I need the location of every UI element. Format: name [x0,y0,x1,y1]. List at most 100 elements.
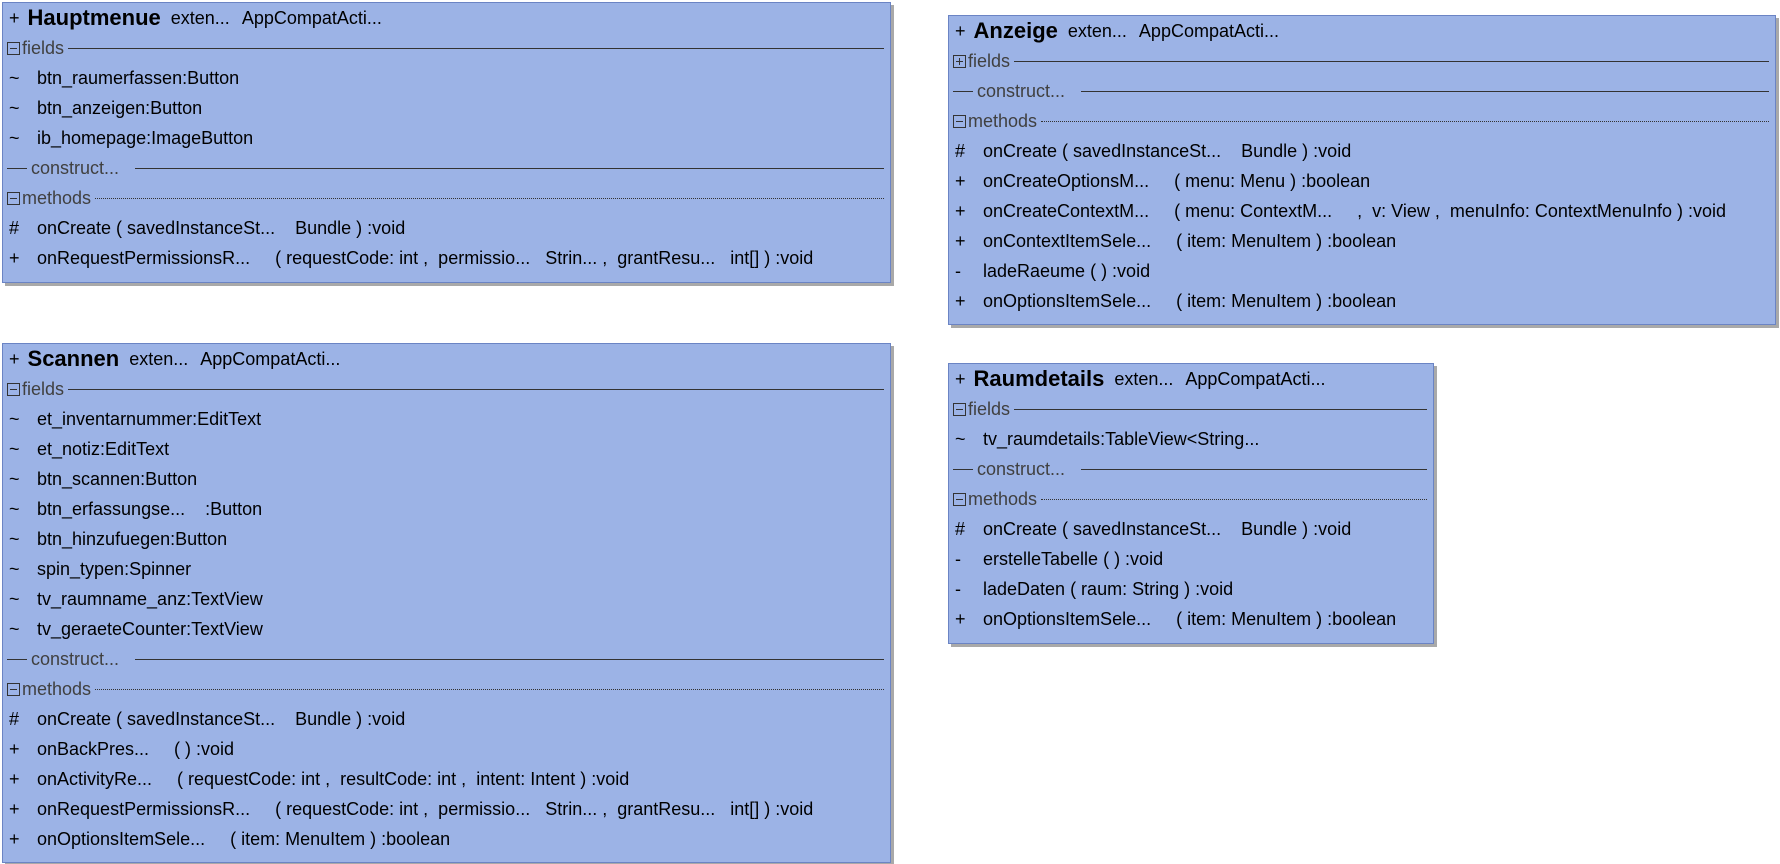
class-name: Scannen [27,346,120,371]
field-row[interactable]: ~ et_inventarnummer :EditText [3,404,890,434]
member-visibility: + [9,798,20,819]
field-row[interactable]: ~ ib_homepage :ImageButton [3,123,890,153]
class-visibility: + [9,7,20,28]
field-row[interactable]: ~ tv_raumname_anz :TextView [3,584,890,614]
method-row[interactable]: # onCreate ( savedInstanceSt... Bundle )… [949,514,1433,544]
method-row[interactable]: # onCreate ( savedInstanceSt... Bundle )… [3,704,890,734]
methods-section-header[interactable]: methods [3,183,890,213]
class-header[interactable]: + Scannen exten... AppCompatActi... [3,344,890,374]
class-header[interactable]: + Raumdetails exten... AppCompatActi... [949,364,1433,394]
methods-section-header[interactable]: methods [949,484,1433,514]
method-signature: ladeDaten ( raum: String ) :void [983,578,1234,599]
section-label: construct... [977,458,1066,479]
fields-section-header[interactable]: fields [3,33,890,63]
section-divider [68,47,884,49]
method-row[interactable]: + onContextItemSele... ( item: MenuItem … [949,226,1775,256]
field-row[interactable]: ~ btn_anzeigen :Button [3,93,890,123]
collapse-icon[interactable] [7,191,20,205]
member-visibility: # [9,708,20,729]
method-row[interactable]: + onOptionsItemSele... ( item: MenuItem … [949,604,1433,634]
collapse-icon[interactable] [7,682,20,696]
class-name: Raumdetails [973,366,1105,391]
field-row[interactable]: ~ btn_erfassungse... :Button [3,494,890,524]
class-header[interactable]: + Anzeige exten... AppCompatActi... [949,16,1775,46]
field-type: :Button [140,468,198,489]
methods-section-header[interactable]: methods [3,674,890,704]
method-row[interactable]: + onRequestPermissionsR... ( requestCode… [3,243,890,273]
collapse-icon[interactable] [953,402,966,416]
field-row[interactable]: ~ tv_raumdetails :TableView<String... [949,424,1433,454]
method-row[interactable]: # onCreate ( savedInstanceSt... Bundle )… [949,136,1775,166]
field-type: :Button [145,97,203,118]
constructors-section-header[interactable]: construct... [949,76,1775,106]
class-name: Anzeige [973,18,1058,43]
method-signature: onRequestPermissionsR... ( requestCode: … [37,247,814,268]
method-signature: erstelleTabelle ( ) :void [983,548,1164,569]
fields-section-header[interactable]: fields [949,46,1775,76]
field-type: :ImageButton [146,127,254,148]
method-row[interactable]: + onOptionsItemSele... ( item: MenuItem … [949,286,1775,316]
method-row[interactable]: - ladeRaeume ( ) :void [949,256,1775,286]
method-signature: onCreate ( savedInstanceSt... Bundle ) :… [983,518,1352,539]
member-visibility: - [955,260,961,281]
field-row[interactable]: ~ et_notiz :EditText [3,434,890,464]
method-row[interactable]: + onCreateOptionsM... ( menu: Menu ) :bo… [949,166,1775,196]
parent-class: AppCompatActi... [200,348,341,369]
method-row[interactable]: - ladeDaten ( raum: String ) :void [949,574,1433,604]
fields-section-header[interactable]: fields [3,374,890,404]
method-row[interactable]: + onRequestPermissionsR... ( requestCode… [3,794,890,824]
field-type: :EditText [100,438,170,459]
methods-section-header[interactable]: methods [949,106,1775,136]
field-row[interactable]: ~ tv_geraeteCounter :TextView [3,614,890,644]
fields-section-header[interactable]: fields [949,394,1433,424]
method-row[interactable]: - erstelleTabelle ( ) :void [949,544,1433,574]
field-name: btn_raumerfassen [37,67,183,88]
section-label: fields [22,378,65,399]
constructors-section-header[interactable]: construct... [3,153,890,183]
member-visibility: - [955,578,961,599]
method-row[interactable]: + onCreateContextM... ( menu: ContextM..… [949,196,1775,226]
section-label: fields [968,50,1011,71]
method-signature: onCreate ( savedInstanceSt... Bundle ) :… [37,708,406,729]
field-name: ib_homepage [37,127,147,148]
extends-keyword: exten... [1067,20,1127,41]
class-header[interactable]: + Hauptmenue exten... AppCompatActi... [3,3,890,33]
dash-icon [7,167,27,169]
class-box-raumdetails[interactable]: + Raumdetails exten... AppCompatActi... … [948,363,1434,644]
member-visibility: + [955,290,966,311]
member-visibility: # [955,518,966,539]
collapse-icon[interactable] [7,382,20,396]
section-divider [1014,60,1769,62]
field-name: tv_geraeteCounter [37,618,187,639]
field-row[interactable]: ~ btn_raumerfassen :Button [3,63,890,93]
section-divider [135,658,884,660]
class-box-hauptmenue[interactable]: + Hauptmenue exten... AppCompatActi... f… [2,2,891,283]
section-label: construct... [31,157,120,178]
field-row[interactable]: ~ btn_scannen :Button [3,464,890,494]
expand-icon[interactable] [953,54,966,68]
field-row[interactable]: ~ btn_hinzufuegen :Button [3,524,890,554]
field-row[interactable]: ~ spin_typen :Spinner [3,554,890,584]
method-row[interactable]: + onBackPres... ( ) :void [3,734,890,764]
class-box-anzeige[interactable]: + Anzeige exten... AppCompatActi... fiel… [948,15,1776,325]
collapse-icon[interactable] [953,492,966,506]
method-signature: onCreate ( savedInstanceSt... Bundle ) :… [37,217,406,238]
collapse-icon[interactable] [7,41,20,55]
method-signature: onBackPres... ( ) :void [37,738,235,759]
member-visibility: + [955,230,966,251]
constructors-section-header[interactable]: construct... [3,644,890,674]
field-name: btn_erfassungse... [37,498,186,519]
field-name: tv_raumname_anz [37,588,187,609]
method-row[interactable]: # onCreate ( savedInstanceSt... Bundle )… [3,213,890,243]
collapse-icon[interactable] [953,114,966,128]
member-visibility: ~ [9,408,20,429]
constructors-section-header[interactable]: construct... [949,454,1433,484]
member-visibility: ~ [9,67,20,88]
method-row[interactable]: + onActivityRe... ( requestCode: int , r… [3,764,890,794]
method-row[interactable]: + onOptionsItemSele... ( item: MenuItem … [3,824,890,854]
section-divider [1081,468,1427,470]
section-divider [95,688,884,690]
field-type: :TextView [186,588,263,609]
class-box-scannen[interactable]: + Scannen exten... AppCompatActi... fiel… [2,343,891,863]
member-visibility: ~ [9,438,20,459]
